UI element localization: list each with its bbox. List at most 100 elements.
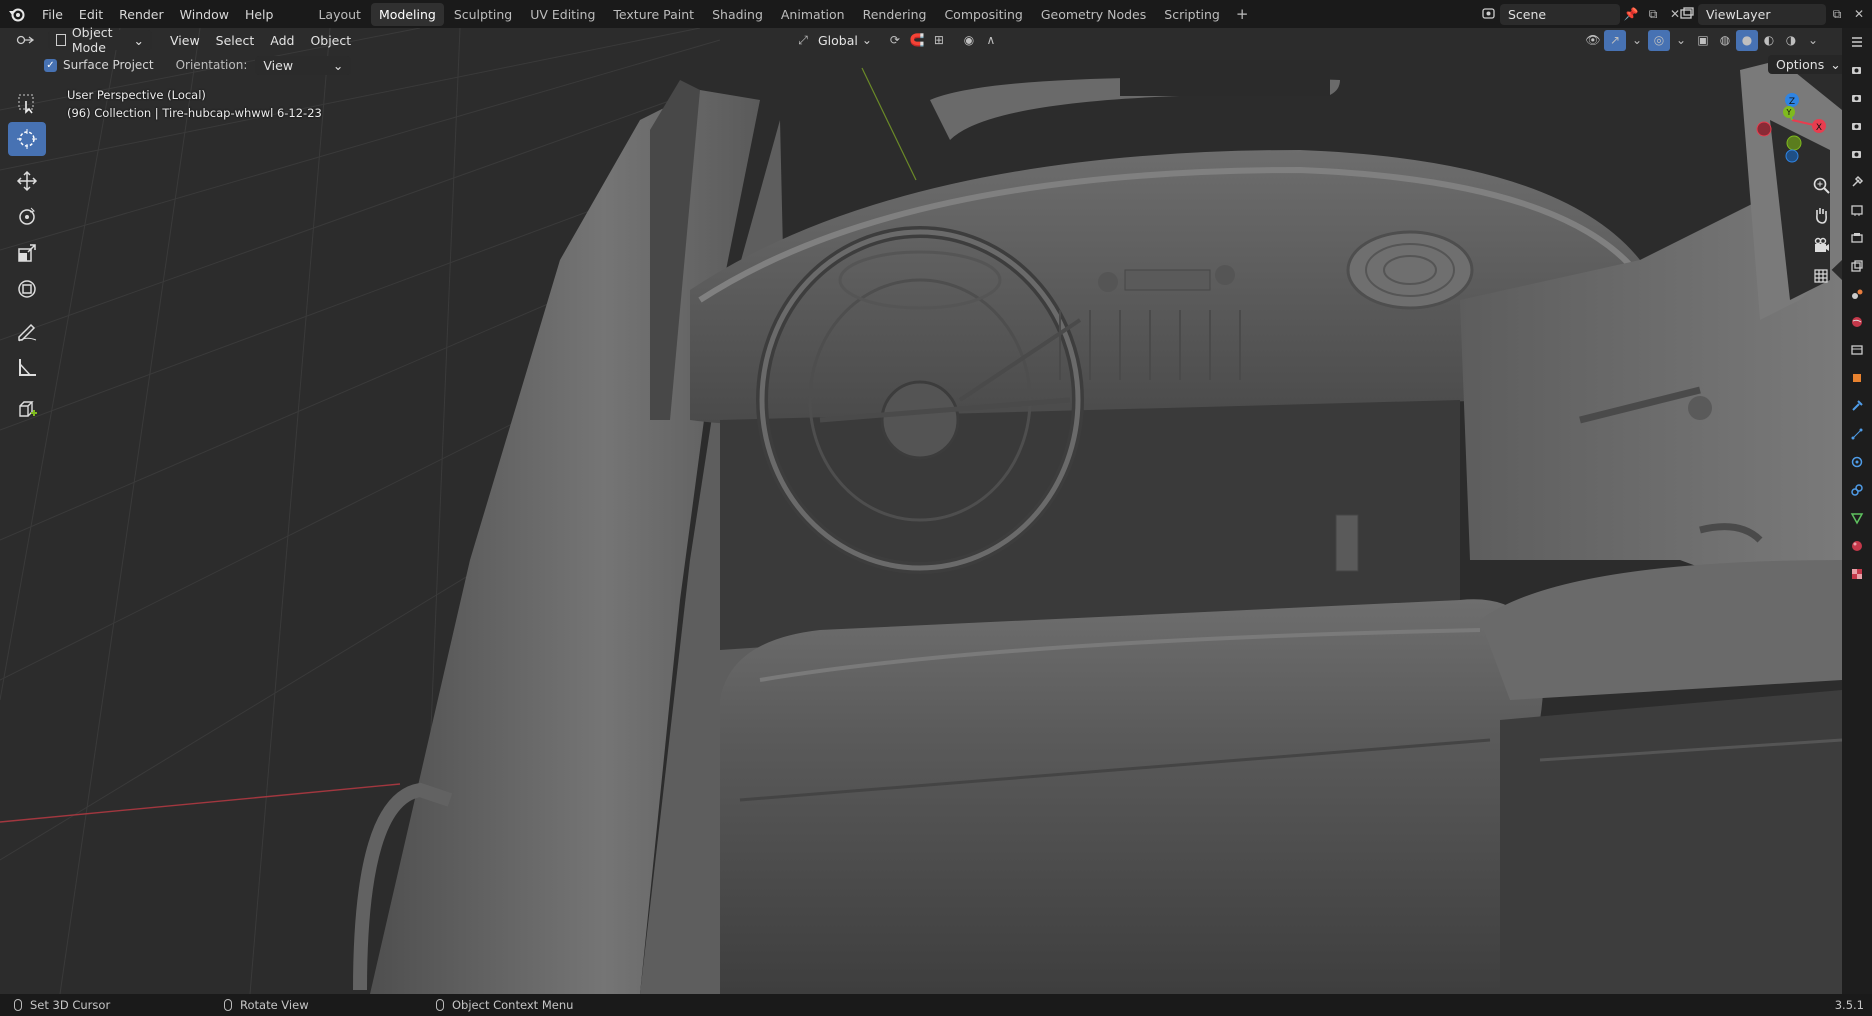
view-layer-name: ViewLayer bbox=[1706, 6, 1771, 22]
scene-name-field[interactable]: Scene bbox=[1500, 3, 1620, 25]
tab-rendering[interactable]: Rendering bbox=[855, 3, 935, 26]
gizmo-neg-z[interactable] bbox=[1785, 149, 1799, 163]
texture-properties-icon[interactable] bbox=[1842, 560, 1872, 588]
menu-window[interactable]: Window bbox=[172, 7, 237, 22]
tool-properties-icon[interactable] bbox=[1842, 168, 1872, 196]
ortho-grid-icon[interactable] bbox=[1806, 260, 1836, 290]
add-workspace-button[interactable]: + bbox=[1230, 5, 1255, 23]
rendered-shading-icon[interactable]: ◑ bbox=[1780, 30, 1802, 51]
data-properties-icon[interactable] bbox=[1842, 504, 1872, 532]
menu-object[interactable]: Object bbox=[302, 33, 359, 48]
view-layer-field[interactable]: ViewLayer bbox=[1698, 3, 1826, 25]
tab-scripting[interactable]: Scripting bbox=[1156, 3, 1228, 26]
tab-layout[interactable]: Layout bbox=[310, 3, 369, 26]
new-scene-icon[interactable]: ⧉ bbox=[1642, 4, 1664, 25]
measure-ruler-icon bbox=[19, 359, 36, 376]
particles-properties-icon[interactable] bbox=[1842, 420, 1872, 448]
snap-target-icon[interactable]: ⊞ bbox=[928, 30, 950, 51]
constraints-properties-icon[interactable] bbox=[1842, 476, 1872, 504]
tab-uv-editing[interactable]: UV Editing bbox=[522, 3, 603, 26]
solid-shading-icon[interactable]: ● bbox=[1736, 29, 1758, 51]
collection-label: (96) Collection | Tire-hubcap-whwwl 6-12… bbox=[67, 106, 322, 120]
annotate-tool[interactable] bbox=[8, 314, 46, 348]
menu-file[interactable]: File bbox=[34, 7, 71, 22]
shading-dropdown-icon[interactable]: ⌄ bbox=[1802, 30, 1824, 51]
scale-tool[interactable] bbox=[8, 236, 46, 270]
object-properties-icon[interactable] bbox=[1842, 364, 1872, 392]
editor-type-icon[interactable] bbox=[8, 30, 42, 51]
view-layer-properties-icon[interactable] bbox=[1842, 252, 1872, 280]
camera-restrict-icon[interactable] bbox=[1842, 56, 1872, 84]
view-layer-icon[interactable] bbox=[1676, 4, 1698, 25]
menu-select[interactable]: Select bbox=[208, 33, 263, 48]
camera-restrict-icon[interactable] bbox=[1842, 140, 1872, 168]
new-view-layer-icon[interactable]: ⧉ bbox=[1826, 4, 1848, 25]
surface-project-checkbox[interactable]: ✓ Surface Project bbox=[44, 58, 154, 72]
falloff-icon[interactable]: ∧ bbox=[980, 30, 1002, 51]
tab-animation[interactable]: Animation bbox=[773, 3, 853, 26]
outliner-toggle-icon[interactable] bbox=[1842, 28, 1872, 56]
tab-geometry-nodes[interactable]: Geometry Nodes bbox=[1033, 3, 1154, 26]
visibility-icon[interactable]: 👁 bbox=[1582, 30, 1604, 51]
output-properties-icon[interactable] bbox=[1842, 224, 1872, 252]
navigation-gizmo[interactable]: Z X Y bbox=[1740, 82, 1835, 182]
select-box-tool[interactable] bbox=[8, 86, 46, 120]
cursor-tool[interactable] bbox=[8, 122, 46, 156]
physics-properties-icon[interactable] bbox=[1842, 448, 1872, 476]
material-properties-icon[interactable] bbox=[1842, 532, 1872, 560]
camera-view-icon[interactable] bbox=[1806, 230, 1836, 260]
snap-icon[interactable]: 🧲 bbox=[906, 30, 928, 51]
menu-view[interactable]: View bbox=[162, 33, 208, 48]
material-preview-icon[interactable]: ◐ bbox=[1758, 30, 1780, 51]
3d-viewport[interactable] bbox=[0, 28, 1842, 994]
pan-hand-icon[interactable] bbox=[1806, 200, 1836, 230]
tab-compositing[interactable]: Compositing bbox=[936, 3, 1030, 26]
camera-restrict-icon[interactable] bbox=[1842, 84, 1872, 112]
zoom-icon[interactable] bbox=[1806, 170, 1836, 200]
gizmo-dropdown-icon[interactable]: ⌄ bbox=[1626, 30, 1648, 51]
transform-orientation-icon[interactable]: ⤢ bbox=[792, 30, 814, 51]
tab-shading[interactable]: Shading bbox=[704, 3, 771, 26]
mode-selector[interactable]: Object Mode ⌄ bbox=[48, 25, 152, 55]
menu-help[interactable]: Help bbox=[237, 7, 282, 22]
transform-tool[interactable] bbox=[8, 272, 46, 306]
menu-add[interactable]: Add bbox=[262, 33, 302, 48]
scene-selector-icon[interactable] bbox=[1478, 4, 1500, 25]
world-properties-icon[interactable] bbox=[1842, 308, 1872, 336]
scene-properties-icon[interactable] bbox=[1842, 280, 1872, 308]
overlays-dropdown-icon[interactable]: ⌄ bbox=[1670, 30, 1692, 51]
blender-logo-icon[interactable] bbox=[0, 0, 34, 28]
pin-scene-icon[interactable]: 📌 bbox=[1620, 4, 1642, 25]
wireframe-shading-icon[interactable]: ◍ bbox=[1714, 30, 1736, 51]
rotate-tool[interactable] bbox=[8, 200, 46, 234]
collection-properties-icon[interactable] bbox=[1842, 336, 1872, 364]
top-bar: File Edit Render Window Help Layout Mode… bbox=[0, 0, 1872, 28]
tab-sculpting[interactable]: Sculpting bbox=[446, 3, 520, 26]
proportional-editing-icon[interactable]: ◉ bbox=[958, 30, 980, 51]
add-cube-tool[interactable] bbox=[8, 392, 46, 426]
tab-modeling[interactable]: Modeling bbox=[370, 2, 444, 26]
menu-edit[interactable]: Edit bbox=[71, 7, 111, 22]
gizmo-neg-x[interactable] bbox=[1756, 121, 1772, 137]
camera-restrict-icon[interactable] bbox=[1842, 112, 1872, 140]
pivot-point-icon[interactable]: ⟳ bbox=[884, 30, 906, 51]
orientation-dropdown[interactable]: View ⌄ bbox=[255, 55, 352, 75]
mouse-middle-icon bbox=[224, 999, 232, 1011]
menu-render[interactable]: Render bbox=[111, 7, 172, 22]
gizmo-x-label: X bbox=[1816, 123, 1822, 133]
properties-tab-strip bbox=[1842, 28, 1872, 994]
move-tool[interactable] bbox=[8, 164, 46, 198]
measure-tool[interactable] bbox=[8, 350, 46, 384]
options-dropdown[interactable]: Options ⌄ bbox=[1768, 55, 1849, 74]
modifier-properties-icon[interactable] bbox=[1842, 392, 1872, 420]
render-properties-icon[interactable] bbox=[1842, 196, 1872, 224]
options-label: Options bbox=[1776, 57, 1825, 72]
gizmo-neg-y[interactable] bbox=[1786, 135, 1802, 151]
xray-toggle-icon[interactable]: ▣ bbox=[1692, 30, 1714, 51]
overlays-toggle-icon[interactable]: ◎ bbox=[1648, 29, 1670, 51]
transform-orientation[interactable]: Global bbox=[814, 33, 862, 48]
tab-texture-paint[interactable]: Texture Paint bbox=[605, 3, 702, 26]
gizmo-toggle-icon[interactable]: ↗ bbox=[1604, 29, 1626, 51]
delete-view-layer-icon[interactable]: ✕ bbox=[1848, 4, 1870, 25]
scale-icon bbox=[18, 244, 36, 262]
